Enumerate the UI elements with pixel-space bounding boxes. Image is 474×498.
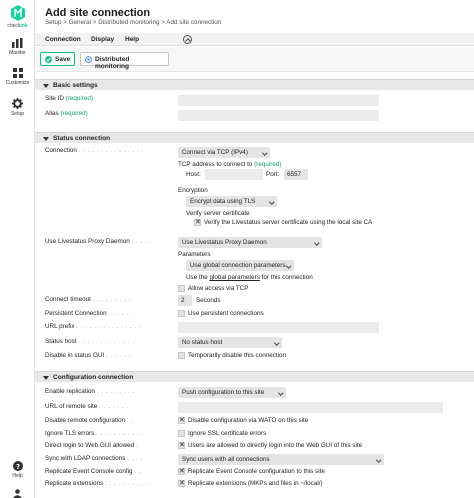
sidebar: checkmk Monitor Customize Setup ? Help — [0, 0, 35, 498]
user-icon — [13, 489, 22, 498]
direct-login-check-label: Users are allowed to directly login into… — [188, 442, 363, 449]
replicate-ec-label: Replicate Event Console config . . — [45, 468, 142, 475]
url-prefix-input[interactable] — [178, 322, 379, 333]
enable-replication-label: Enable replication . . . . . . . . . — [45, 388, 136, 395]
host-label: Host: — [186, 171, 201, 178]
chevron-down-icon — [43, 137, 49, 141]
chevron-down-icon — [43, 84, 49, 88]
sidebar-item-help[interactable]: ? Help — [0, 461, 35, 479]
tcp-address-caption: TCP address to connect to (required) — [178, 161, 282, 168]
bar-chart-icon — [12, 38, 23, 48]
section-basic-settings[interactable]: Basic settings — [35, 79, 474, 90]
chevron-down-icon — [43, 376, 49, 380]
collapse-menu-icon[interactable] — [183, 35, 192, 44]
verify-cert-label: Verify server certificate — [186, 210, 250, 217]
replicate-extensions-checkbox[interactable] — [178, 479, 185, 487]
save-label: Save — [55, 56, 71, 63]
allow-tcp-checkbox[interactable] — [178, 285, 185, 292]
menu-help[interactable]: Help — [125, 36, 139, 43]
sidebar-item-user[interactable] — [0, 489, 35, 498]
timeout-unit: Seconds — [196, 297, 221, 304]
verify-cert-checkbox[interactable] — [194, 218, 201, 226]
ldap-sync-select[interactable]: Sync users with all connections — [178, 454, 384, 465]
connection-select[interactable]: Connect via TCP (IPv4) — [178, 147, 270, 158]
ignore-tls-check-label: Ignore SSL certificate errors — [188, 430, 267, 437]
replication-select[interactable]: Push configuration to this site — [178, 387, 286, 398]
alias-label: Alias (required) — [45, 110, 88, 117]
parameters-label: Parameters — [178, 251, 211, 258]
verify-cert-check-label: Verify the Livestatus server certificate… — [204, 219, 373, 226]
sidebar-item-customize[interactable]: Customize — [0, 68, 35, 86]
direct-login-label: Direct login to Web GUI allowed . — [45, 442, 139, 449]
connection-label: Connection . . . . . . . . . . . . . . . — [45, 147, 144, 154]
proxy-daemon-label: Use Livestatus Proxy Daemon . . . . . — [45, 238, 152, 245]
persistent-connection-check-label: Use persistent connections — [188, 310, 264, 317]
direct-login-checkbox[interactable] — [178, 441, 185, 449]
replicate-extensions-label: Replicate extensions . . . . . . . . . . — [45, 480, 148, 487]
disable-connection-checkbox[interactable] — [178, 352, 185, 359]
sidebar-item-label: Setup — [10, 111, 25, 117]
ignore-tls-checkbox[interactable] — [178, 430, 185, 437]
menu-connection[interactable]: Connection — [45, 36, 81, 43]
sidebar-item-setup[interactable]: Setup — [0, 98, 35, 117]
disable-connection-check-label: Temporarily disable this connection — [188, 352, 287, 359]
ldap-sync-label: Sync with LDAP connections . . . . — [45, 455, 143, 462]
url-remote-site-label: URL of remote site . . . . . . . — [45, 403, 129, 410]
sidebar-item-label: Monitor — [9, 50, 26, 56]
site-id-label: Site ID (required) — [45, 95, 93, 102]
connect-timeout-label: Connect timeout . . . . . . . . . — [45, 296, 131, 303]
disable-remote-config-label: Disable remote configuration . . — [45, 417, 134, 424]
persistent-connection-label: Persistent Connection . . . . . . — [45, 310, 134, 317]
site-id-input[interactable] — [178, 95, 379, 106]
page-title: Add site connection — [45, 7, 151, 19]
replicate-ec-checkbox[interactable] — [178, 467, 185, 475]
parameters-note: Use the global parameters for this conne… — [186, 274, 313, 281]
menu-display[interactable]: Display — [91, 36, 114, 43]
port-label: Port: — [266, 171, 280, 178]
help-icon: ? — [12, 461, 23, 471]
section-title: Basic settings — [53, 82, 98, 89]
url-prefix-label: URL prefix . . . . . . . . . . . . . . . — [45, 323, 142, 330]
status-host-label: Status host . . . . . . . . . . . . . — [45, 338, 135, 345]
proxy-daemon-select[interactable]: Use Livestatus Proxy Daemon — [178, 237, 322, 248]
status-host-select[interactable]: No status host — [178, 337, 282, 348]
distributed-monitoring-button[interactable]: Distributed monitoring — [80, 52, 169, 70]
section-status-connection[interactable]: Status connection — [35, 132, 474, 143]
svg-text:?: ? — [15, 463, 19, 471]
encryption-select[interactable]: Encrypt data using TLS — [186, 196, 277, 207]
toolbar: Save Distributed monitoring — [35, 47, 474, 72]
sidebar-item-label: Help — [12, 473, 23, 479]
distributed-monitoring-label: Distributed monitoring — [95, 56, 130, 70]
parameters-select[interactable]: Use global connection parameters — [186, 260, 294, 271]
replicate-extensions-check-label: Replicate extensions (MKPs and files in … — [188, 480, 323, 487]
breadcrumb[interactable]: Setup > General > Distributed monitoring… — [45, 19, 221, 26]
section-title: Status connection — [53, 135, 111, 142]
encryption-label: Encryption — [178, 187, 208, 194]
replicate-ec-check-label: Replicate Event Console configuration to… — [188, 468, 325, 475]
disable-status-gui-label: Disable in status GUI . . . . . . — [45, 352, 131, 359]
port-input[interactable]: 6557 — [284, 169, 308, 180]
global-parameters-link[interactable]: global parameters — [209, 274, 259, 281]
grid-icon — [12, 68, 23, 78]
persistent-connection-checkbox[interactable] — [178, 310, 185, 317]
disable-remote-config-check-label: Disable configuration via WATO on this s… — [188, 417, 309, 424]
menu-bar: Connection Display Help — [35, 33, 474, 46]
ignore-tls-label: Ignore TLS errors . . . . . . . . . . . — [45, 430, 144, 437]
connect-timeout-input[interactable]: 2 — [178, 295, 192, 306]
section-configuration-connection[interactable]: Configuration connection — [35, 371, 474, 382]
host-input[interactable] — [205, 169, 263, 180]
alias-input[interactable] — [178, 110, 379, 121]
sidebar-item-monitor[interactable]: Monitor — [0, 38, 35, 56]
logo-text: checkmk — [7, 23, 28, 29]
allow-tcp-label: Allow access via TCP — [188, 285, 249, 292]
checkmk-logo-icon[interactable] — [11, 5, 25, 21]
save-button[interactable]: Save — [40, 52, 75, 66]
disable-remote-config-checkbox[interactable] — [178, 416, 185, 424]
url-remote-site-input[interactable] — [178, 402, 443, 413]
sidebar-item-label: Customize — [5, 80, 30, 86]
network-icon — [85, 56, 92, 63]
gear-icon — [12, 98, 23, 109]
section-title: Configuration connection — [53, 374, 134, 381]
check-circle-icon — [45, 56, 52, 63]
